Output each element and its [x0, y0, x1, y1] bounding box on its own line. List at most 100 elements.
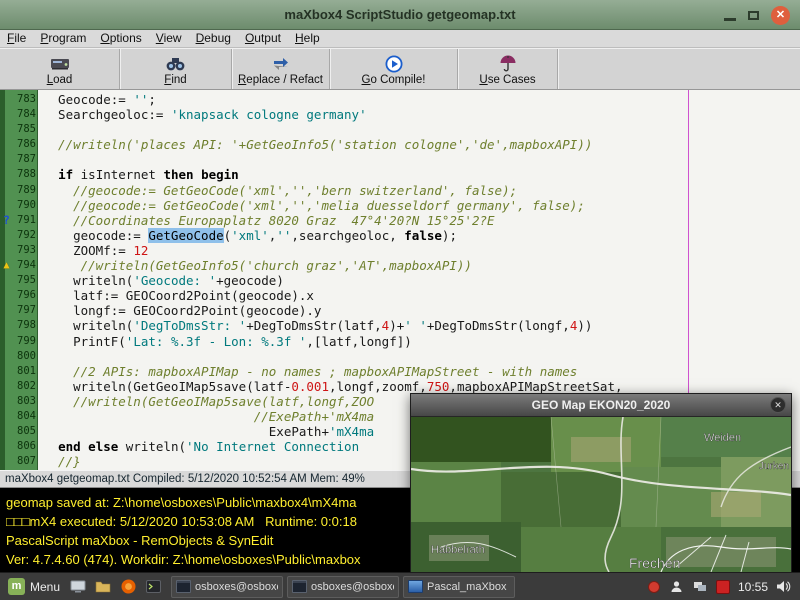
task-button-osboxes-osboxe-[interactable]: osboxes@osboxe... — [287, 576, 399, 598]
window-title: maXbox4 ScriptStudio getgeomap.txt — [0, 0, 800, 30]
line-number: 800 — [13, 349, 39, 364]
code-line[interactable]: ▲794 //writeln(GetGeoInfo5('church graz'… — [0, 258, 800, 273]
line-number: 804 — [13, 409, 39, 424]
files-icon[interactable] — [93, 577, 113, 597]
minimize-icon[interactable] — [724, 18, 736, 21]
notification-badge[interactable] — [715, 579, 731, 595]
menu-item-file[interactable]: File — [0, 30, 33, 47]
code-text: //ExePath+'mX4ma — [39, 409, 374, 424]
update-icon[interactable] — [646, 579, 662, 595]
menu-item-help[interactable]: Help — [288, 30, 327, 47]
code-line[interactable]: 793 ZOOMf:= 12 — [0, 243, 800, 258]
gutter-space — [0, 198, 13, 213]
line-number: 802 — [13, 379, 39, 394]
desktop: maXbox4 ScriptStudio getgeomap.txt ✕ Fil… — [0, 0, 800, 600]
task-button-label: osboxes@osboxe... — [195, 581, 278, 593]
gutter-space — [0, 439, 13, 454]
menu-item-output[interactable]: Output — [238, 30, 288, 47]
code-line[interactable]: 789 //geocode:= GetGeoCode('xml','','ber… — [0, 183, 800, 198]
line-number: 803 — [13, 394, 39, 409]
task-button-label: Pascal_maXbox — [427, 581, 507, 593]
use-cases-button[interactable]: Use Cases — [458, 49, 558, 89]
code-line[interactable]: 800 — [0, 349, 800, 364]
replace-refact-button[interactable]: Replace / Refact — [232, 49, 330, 89]
gutter-space — [0, 424, 13, 439]
gutter-space — [0, 288, 13, 303]
map-label: Habbelrath — [431, 544, 485, 556]
find-button[interactable]: Find — [120, 49, 232, 89]
code-text: writeln('Geocode: '+geocode) — [39, 273, 284, 288]
find-label: Find — [164, 74, 186, 86]
code-line[interactable]: 797 longf:= GEOCoord2Point(geocode).y — [0, 303, 800, 318]
terminal-icon — [292, 580, 307, 593]
task-buttons: osboxes@osboxe... osboxes@osboxe... Pascal… — [169, 576, 517, 598]
gutter-space — [0, 107, 13, 122]
code-line[interactable]: 795 writeln('Geocode: '+geocode) — [0, 273, 800, 288]
map-titlebar[interactable]: GEO Map EKON20_2020 ✕ — [411, 394, 791, 417]
menu-item-view[interactable]: View — [149, 30, 189, 47]
gutter-space — [0, 137, 13, 152]
clock[interactable]: 10:55 — [738, 580, 768, 594]
code-line[interactable]: 790 //geocode:= GetGeoCode('xml','','mel… — [0, 198, 800, 213]
menu-button[interactable]: m Menu — [0, 573, 68, 600]
load-button[interactable]: Load — [0, 49, 120, 89]
menu-item-program[interactable]: Program — [33, 30, 93, 47]
task-button-pascal-maxbox[interactable]: Pascal_maXbox — [403, 576, 515, 598]
taskbar: m Menu osboxes@osboxe...osboxes@osboxe..… — [0, 572, 800, 600]
launchers — [68, 577, 163, 597]
code-line[interactable]: 801 //2 APIs: mapboxAPIMap - no names ; … — [0, 364, 800, 379]
gutter-space — [0, 122, 13, 137]
code-line[interactable]: 786 //writeln('places API: '+GetGeoInfo5… — [0, 137, 800, 152]
close-icon[interactable]: ✕ — [771, 6, 790, 25]
code-text: //} — [39, 454, 81, 469]
code-line[interactable]: 796 latf:= GEOCoord2Point(geocode).x — [0, 288, 800, 303]
code-text — [39, 349, 43, 364]
code-text: longf:= GEOCoord2Point(geocode).y — [39, 303, 321, 318]
titlebar[interactable]: maXbox4 ScriptStudio getgeomap.txt ✕ — [0, 0, 800, 30]
terminal-icon — [176, 580, 191, 593]
code-line[interactable]: 785 — [0, 122, 800, 137]
line-number: 787 — [13, 152, 39, 167]
code-line[interactable]: 799 PrintF('Lat: %.3f - Lon: %.3f ',[lat… — [0, 334, 800, 349]
map-label: Weiden — [704, 432, 741, 444]
terminal-icon[interactable] — [143, 577, 163, 597]
usecases-icon — [499, 54, 517, 73]
code-line[interactable]: 787 — [0, 152, 800, 167]
code-text: ZOOMf:= 12 — [39, 243, 148, 258]
code-text: //writeln(GetGeoInfo5('church graz','AT'… — [39, 258, 472, 273]
code-line[interactable]: 802 writeln(GetGeoIMap5save(latf-0.001,l… — [0, 379, 800, 394]
geo-map-window[interactable]: GEO Map EKON20_2020 ✕ We — [410, 393, 792, 573]
gutter-space — [0, 243, 13, 258]
line-number: 786 — [13, 137, 39, 152]
code-line[interactable]: ?791 //Coordinates Europaplatz 8020 Graz… — [0, 213, 800, 228]
satellite-map: WeidenJurkenHabbelrathFrechen — [411, 417, 791, 572]
volume-icon[interactable] — [775, 579, 791, 595]
code-line[interactable]: 783 Geocode:= ''; — [0, 92, 800, 107]
task-button-osboxes-osboxe-[interactable]: osboxes@osboxe... — [171, 576, 283, 598]
line-number: 785 — [13, 122, 39, 137]
map-close-icon[interactable]: ✕ — [770, 397, 786, 413]
system-tray: 10:55 — [646, 579, 800, 595]
show-desktop-icon[interactable] — [68, 577, 88, 597]
gutter-space — [0, 349, 13, 364]
go-compile-button[interactable]: Go Compile! — [330, 49, 458, 89]
code-line[interactable]: 792 geocode:= GetGeoCode('xml','',search… — [0, 228, 800, 243]
maximize-icon[interactable] — [748, 11, 759, 20]
code-line[interactable]: 784 Searchgeoloc:= 'knapsack cologne ger… — [0, 107, 800, 122]
line-number: 793 — [13, 243, 39, 258]
line-number: 789 — [13, 183, 39, 198]
menu-item-debug[interactable]: Debug — [189, 30, 238, 47]
menu-item-options[interactable]: Options — [93, 30, 148, 47]
status-text: maXbox4 getgeomap.txt Compiled: 5/12/202… — [5, 473, 365, 485]
user-icon[interactable] — [669, 579, 685, 595]
gutter-space — [0, 409, 13, 424]
firefox-icon[interactable] — [118, 577, 138, 597]
code-line[interactable]: 798 writeln('DegToDmsStr: '+DegToDmsStr(… — [0, 318, 800, 333]
menubar: FileProgramOptionsViewDebugOutputHelp — [0, 30, 800, 48]
code-line[interactable]: 788 if isInternet then begin — [0, 167, 800, 182]
code-text: writeln('DegToDmsStr: '+DegToDmsStr(latf… — [39, 318, 592, 333]
code-text: Searchgeoloc:= 'knapsack cologne germany… — [39, 107, 367, 122]
network-icon[interactable] — [692, 579, 708, 595]
gutter-space — [0, 92, 13, 107]
code-text: PrintF('Lat: %.3f - Lon: %.3f ',[latf,lo… — [39, 334, 412, 349]
